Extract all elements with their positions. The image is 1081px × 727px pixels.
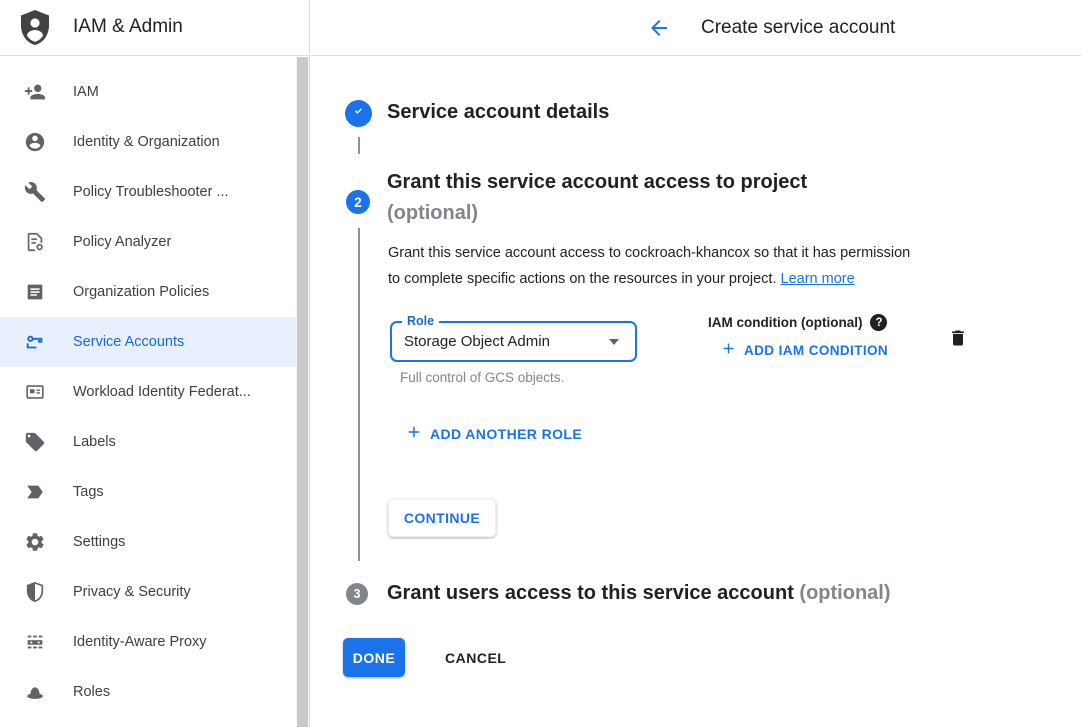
add-iam-condition-button[interactable]: ADD IAM CONDITION — [720, 340, 888, 360]
sidebar-item-label: Identity & Organization — [73, 134, 220, 150]
dropdown-arrow-icon — [609, 339, 619, 345]
sidebar-item-settings[interactable]: Settings — [0, 517, 296, 567]
step2-optional-label: (optional) — [387, 198, 807, 229]
identity-aware-proxy-icon — [24, 631, 46, 653]
sidebar-item-label: Workload Identity Federat... — [73, 384, 251, 400]
step2-title[interactable]: Grant this service account access to pro… — [387, 167, 807, 229]
done-button[interactable]: DONE — [343, 638, 405, 677]
step3-number: 3 — [354, 587, 361, 601]
sidebar-item-workload-identity-federation[interactable]: Workload Identity Federat... — [0, 367, 296, 417]
sidebar-item-label: Labels — [73, 434, 116, 450]
description-line1: Grant this service account access to coc… — [388, 245, 910, 261]
step3-title[interactable]: Grant users access to this service accou… — [387, 582, 891, 605]
sidebar-item-identity-aware-proxy[interactable]: Identity-Aware Proxy — [0, 617, 296, 667]
sidebar-item-label: IAM — [73, 84, 99, 100]
continue-button[interactable]: CONTINUE — [388, 499, 496, 537]
step2-number-indicator: 2 — [346, 190, 370, 214]
sidebar-item-label: Roles — [73, 684, 110, 700]
role-field-label: Role — [402, 314, 439, 328]
add-another-role-label: ADD ANOTHER ROLE — [430, 426, 582, 442]
add-iam-condition-label: ADD IAM CONDITION — [744, 343, 888, 358]
privacy-shield-icon — [24, 581, 46, 603]
roles-hat-icon — [24, 681, 46, 703]
sidebar-item-privacy-security[interactable]: Privacy & Security — [0, 567, 296, 617]
sidebar-item-label: Organization Policies — [73, 284, 209, 300]
gear-icon — [24, 531, 46, 553]
sidebar-item-label: Settings — [73, 534, 125, 550]
sidebar-header: IAM & Admin — [0, 0, 309, 56]
description-line2: to complete specific actions on the reso… — [388, 271, 776, 287]
step3-number-indicator: 3 — [346, 583, 368, 605]
step2-number: 2 — [354, 195, 362, 210]
workload-identity-icon — [24, 381, 46, 403]
sidebar-item-label: Tags — [73, 484, 104, 500]
page-header: Create service account — [311, 0, 1081, 56]
role-helper-text: Full control of GCS objects. — [400, 370, 564, 385]
wrench-icon — [24, 181, 46, 203]
service-accounts-icon — [24, 331, 46, 353]
step2-title-text: Grant this service account access to pro… — [387, 171, 807, 193]
person-add-icon — [24, 81, 46, 103]
label-icon — [24, 431, 46, 453]
sidebar-item-label: Identity-Aware Proxy — [73, 634, 207, 650]
account-circle-icon — [24, 131, 46, 153]
sidebar-scrollbar[interactable] — [296, 57, 309, 727]
sidebar-item-labels[interactable]: Labels — [0, 417, 296, 467]
iam-condition-label: IAM condition (optional) — [708, 315, 862, 330]
step2-description: Grant this service account access to coc… — [388, 241, 982, 292]
step-connector — [358, 228, 360, 561]
sidebar-item-policy-troubleshooter[interactable]: Policy Troubleshooter ... — [0, 167, 296, 217]
delete-role-button[interactable] — [947, 327, 969, 349]
product-title: IAM & Admin — [73, 0, 183, 54]
iam-admin-shield-logo-icon — [17, 8, 53, 48]
sidebar-scrollbar-thumb[interactable] — [297, 57, 308, 727]
sidebar: IAM & Admin IAM Identity & Organization … — [0, 0, 310, 727]
plus-icon — [720, 340, 737, 360]
step1-completed-indicator — [345, 100, 372, 127]
add-another-role-button[interactable]: ADD ANOTHER ROLE — [405, 423, 582, 444]
help-icon[interactable]: ? — [870, 314, 887, 331]
sidebar-item-service-accounts[interactable]: Service Accounts — [0, 317, 296, 367]
check-icon — [351, 103, 367, 124]
sidebar-item-identity-organization[interactable]: Identity & Organization — [0, 117, 296, 167]
tag-icon — [24, 481, 46, 503]
role-dropdown[interactable]: Role Storage Object Admin — [390, 321, 637, 362]
sidebar-item-label: Policy Troubleshooter ... — [73, 184, 229, 200]
step3-optional-label: (optional) — [799, 582, 890, 604]
arrow-back-icon — [647, 28, 671, 43]
policy-analyzer-icon — [24, 231, 46, 253]
step3-title-text: Grant users access to this service accou… — [387, 582, 794, 604]
sidebar-item-organization-policies[interactable]: Organization Policies — [0, 267, 296, 317]
iam-condition-header: IAM condition (optional) ? — [708, 314, 887, 331]
organization-policies-icon — [24, 281, 46, 303]
learn-more-link[interactable]: Learn more — [781, 271, 855, 287]
sidebar-item-label: Service Accounts — [73, 334, 184, 350]
plus-icon — [405, 423, 423, 444]
sidebar-item-tags[interactable]: Tags — [0, 467, 296, 517]
gcp-console-screen: IAM & Admin IAM Identity & Organization … — [0, 0, 1081, 727]
sidebar-item-roles[interactable]: Roles — [0, 667, 296, 717]
sidebar-item-iam[interactable]: IAM — [0, 67, 296, 117]
step-connector — [358, 137, 360, 154]
page-title: Create service account — [701, 0, 895, 55]
back-button[interactable] — [647, 16, 671, 40]
sidebar-item-policy-analyzer[interactable]: Policy Analyzer — [0, 217, 296, 267]
sidebar-item-label: Privacy & Security — [73, 584, 191, 600]
step1-title[interactable]: Service account details — [387, 101, 609, 124]
role-selected-value: Storage Object Admin — [404, 333, 550, 350]
sidebar-item-label: Policy Analyzer — [73, 234, 171, 250]
cancel-button[interactable]: CANCEL — [445, 645, 506, 671]
trash-icon — [948, 337, 968, 352]
